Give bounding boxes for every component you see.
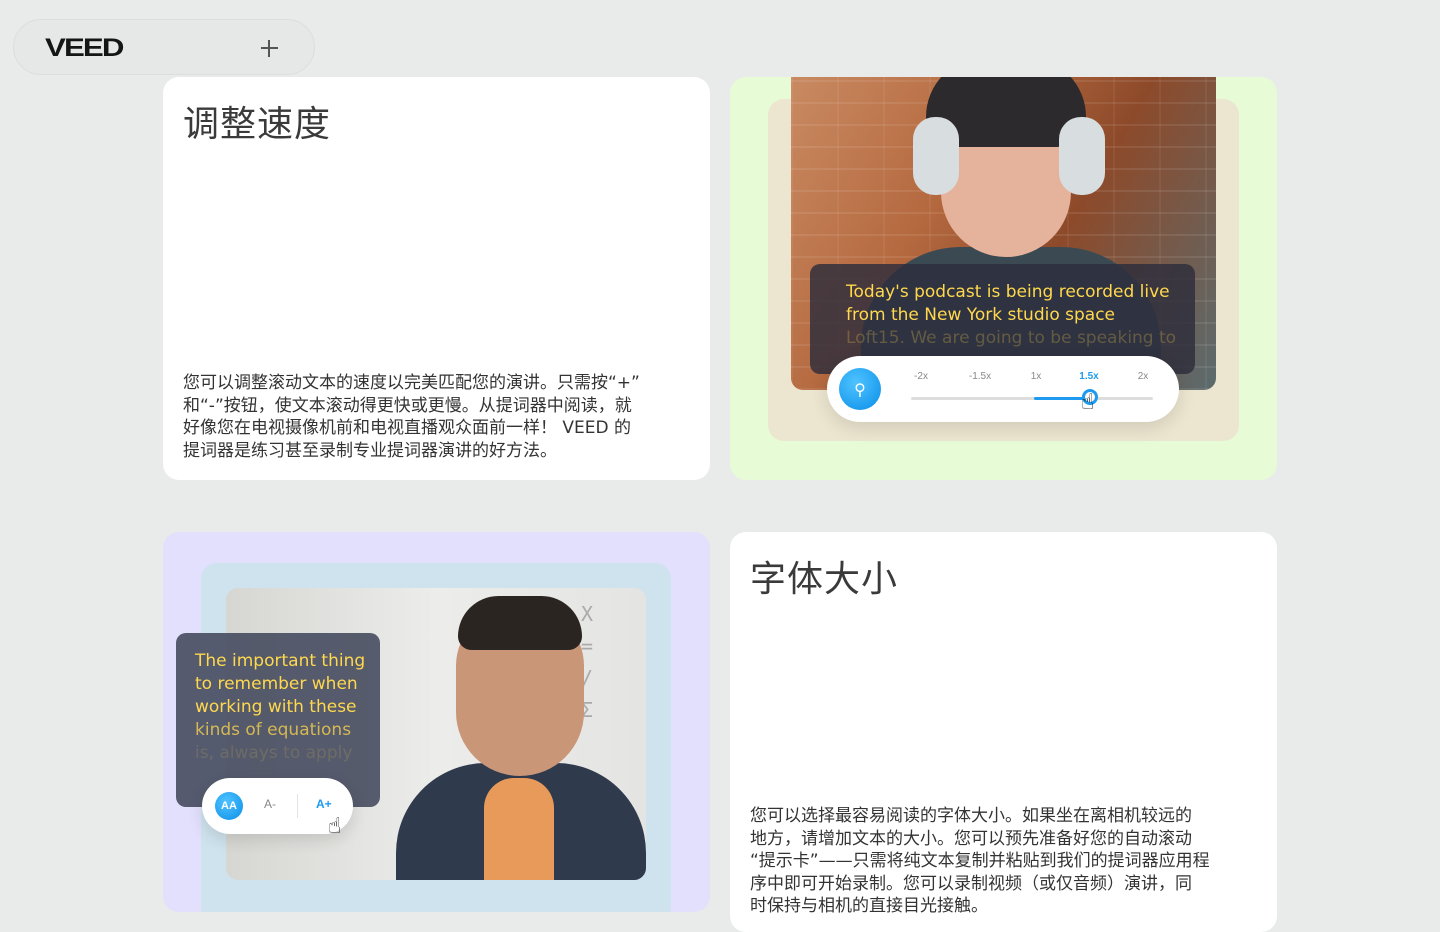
speed-tick[interactable]: -1.5x	[969, 371, 991, 382]
headphone-icon	[913, 117, 959, 195]
desc-line: 序中即可开始录制。您可以录制视频（或仅音频）演讲，同	[750, 873, 1192, 894]
decrease-font-button[interactable]: A-	[264, 797, 276, 811]
desc-line: 您可以调整滚动文本的速度以完美匹配您的演讲。只需按“+”	[183, 373, 640, 393]
caption-line: to remember when	[195, 674, 358, 694]
plus-icon[interactable]	[255, 34, 283, 62]
caption-line: is, always to apply	[195, 743, 353, 763]
font-size-control[interactable]: AA A- A+ ☝	[202, 778, 353, 839]
desc-line: 时保持与相机的直接目光接触。	[750, 896, 988, 916]
caption-line: Loft15. We are going to be speaking to	[846, 328, 1177, 348]
caption-line: The important thing	[195, 651, 366, 671]
veed-logo[interactable]: VEED	[45, 34, 124, 63]
caption-line: Today's podcast is being recorded live	[846, 282, 1170, 302]
hand-cursor-icon: ☝	[328, 814, 342, 839]
font-size-card-title: 字体大小	[750, 559, 899, 600]
speed-control[interactable]: ⚲ -2x -1.5x 1x 1.5x 2x ☝	[827, 356, 1179, 422]
desc-line: 和“-”按钮，使文本滚动得更快或更慢。从提词器中阅读，就	[183, 395, 632, 416]
speed-tick[interactable]: -2x	[914, 371, 928, 382]
caption-line: kinds of equations	[195, 720, 352, 740]
hand-cursor-icon: ☝	[1081, 390, 1095, 415]
speedometer-icon[interactable]: ⚲	[839, 368, 881, 410]
font-size-card: 字体大小 您可以选择最容易阅读的字体大小。如果坐在离相机较远的 地方，请增加文本…	[730, 532, 1277, 932]
speed-illustration: Today's podcast is being recorded live f…	[730, 77, 1277, 480]
font-size-card-description: 您可以选择最容易阅读的字体大小。如果坐在离相机较远的 地方，请增加文本的大小。您…	[750, 805, 1253, 918]
top-bar: VEED	[13, 19, 315, 75]
speed-card-title: 调整速度	[183, 104, 332, 145]
desc-line: 地方，请增加文本的大小。您可以预先准备好您的自动滚动	[750, 828, 1192, 849]
desc-line: 您可以选择最容易阅读的字体大小。如果坐在离相机较远的	[750, 806, 1192, 826]
increase-font-button[interactable]: A+	[316, 797, 332, 811]
speed-tick[interactable]: 1x	[1031, 371, 1042, 382]
desc-line: 提词器是练习甚至录制专业提词器演讲的好方法。	[183, 440, 557, 461]
speed-tick[interactable]: 2x	[1138, 371, 1149, 382]
font-size-illustration: X = / Σ The important thing to remember whe…	[163, 532, 710, 912]
font-size-icon[interactable]: AA	[215, 792, 243, 820]
caption-line: working with these	[195, 697, 357, 717]
caption-line: from the New York studio space	[846, 305, 1116, 325]
speed-slider-track[interactable]	[911, 389, 1153, 405]
speed-tick-selected[interactable]: 1.5x	[1079, 371, 1098, 382]
desc-line: 好像您在电视摄像机前和电视直播观众面前一样！ VEED 的	[183, 418, 632, 438]
desc-line: “提示卡”——只需将纯文本复制并粘贴到我们的提词器应用程	[750, 851, 1210, 871]
speed-card-description: 您可以调整滚动文本的速度以完美匹配您的演讲。只需按“+” 和“-”按钮，使文本滚…	[183, 372, 686, 462]
speed-card: 调整速度 您可以调整滚动文本的速度以完美匹配您的演讲。只需按“+” 和“-”按钮…	[163, 77, 710, 480]
